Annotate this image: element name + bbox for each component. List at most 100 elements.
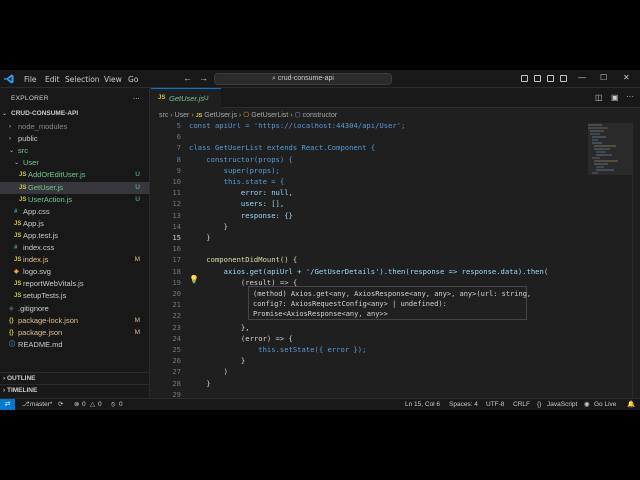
maximize-icon[interactable]: ☐ [600,73,607,82]
line-number: 13 [172,210,181,220]
tree-item-label: public [18,134,38,144]
code-line: }, [189,322,250,332]
line-number: 8 [176,154,181,164]
tree-item[interactable]: {} package.json M [0,327,149,339]
line-number: 11 [172,188,181,198]
code-line: users: [], [189,199,285,209]
js-file-icon: JS [14,232,22,239]
timeline-section[interactable]: › TIMELINE [0,384,149,396]
back-arrow-icon[interactable]: ← [183,73,192,83]
menu-go[interactable]: Go [128,75,138,84]
tab-status: U [204,95,209,102]
chevron-right-icon: › [3,375,6,382]
menu-file[interactable]: File [24,75,37,84]
go-live-button[interactable]: Go Live [594,399,616,410]
vscode-window: File Edit Selection View Go ← → ⌕ crud-c… [0,70,640,410]
js-file-icon: JS [158,95,166,101]
lightbulb-icon[interactable]: 💡 [189,275,199,284]
tab-getuser-js[interactable]: JS GetUser.js U [151,88,221,108]
minimap[interactable] [588,123,632,203]
line-ending[interactable]: CRLF [513,399,530,410]
line-number: 23 [172,322,181,332]
project-root[interactable]: CRUD-CONSUME-API [11,110,78,117]
breadcrumb-method[interactable]: constructor [303,112,338,119]
encoding[interactable]: UTF-8 [486,399,504,410]
class-icon: ⎔ [243,112,250,119]
indentation[interactable]: Spaces: 4 [449,399,478,410]
tree-item[interactable]: ⌄ User [0,157,149,169]
tree-item[interactable]: JS index.js M [0,254,149,266]
json-file-icon: {} [9,317,14,324]
tree-item[interactable]: JS UserAction.js U [0,194,149,206]
branch-label[interactable]: master* [30,399,52,410]
tree-item[interactable]: JS reportWebVitals.js [0,278,149,290]
layout-icon[interactable]: ▣ [611,93,619,102]
menu-view[interactable]: View [104,75,122,84]
toggle-sidebar-icon[interactable] [521,75,528,82]
tree-item[interactable]: ⓘ README.md [0,339,149,351]
code-line: (error) => { [189,333,293,343]
breadcrumb-src[interactable]: src [159,112,168,119]
close-icon[interactable]: ✕ [623,73,630,82]
remote-icon[interactable]: ⇄ [0,399,15,410]
tree-item[interactable]: JS AddOrEditUser.js U [0,169,149,181]
tree-item-label: src [18,146,28,156]
tree-item[interactable]: › node_modules [0,121,149,133]
sync-icon[interactable]: ⟳ [58,399,63,410]
chevron-down-icon: ⌄ [2,111,8,117]
code-line: constructor(props) { [189,154,293,164]
toggle-panel-icon[interactable] [534,75,541,82]
line-number: 28 [172,378,181,388]
md-file-icon: ⓘ [9,341,16,348]
minimize-icon[interactable]: — [578,73,586,82]
tree-item[interactable]: JS App.test.js [0,230,149,242]
ports-count: 0 [119,401,123,408]
menu-selection[interactable]: Selection [65,75,100,84]
forward-arrow-icon[interactable]: → [199,73,208,83]
tree-item[interactable]: JS App.js [0,218,149,230]
breadcrumb-class[interactable]: GetUserList [251,112,288,119]
customize-layout-icon[interactable] [560,75,567,82]
error-icon[interactable]: ⊗ [74,399,79,410]
tree-item[interactable]: # App.css [0,206,149,218]
toggle-secondary-sidebar-icon[interactable] [547,75,554,82]
line-number: 5 [176,123,181,130]
cursor-position[interactable]: Ln 15, Col 6 [405,399,440,410]
code-line: const apiUrl = 'https://localhost:44304/… [189,123,406,130]
code-editor[interactable]: 5 const apiUrl = 'https://localhost:44304… [151,123,640,398]
more-actions-icon[interactable]: ... [133,92,140,101]
tree-item[interactable]: JS GetUser.js U [0,181,149,194]
tree-item[interactable]: JS setupTests.js [0,290,149,302]
line-number: 19 [172,277,181,287]
menu-edit[interactable]: Edit [45,75,60,84]
bell-icon[interactable]: 🔔 [627,399,635,410]
tree-item[interactable]: ◆ .gitignore [0,303,149,315]
js-file-icon: JS [14,220,22,227]
explorer-title: EXPLORER [11,95,49,102]
language-mode[interactable]: JavaScript [547,399,577,410]
tree-item-label: reportWebVitals.js [23,279,84,289]
chevron-down-icon: ⌄ [9,148,15,155]
tree-item[interactable]: # index.css [0,242,149,254]
code-line: } [189,221,228,231]
warning-icon[interactable]: △ [90,399,95,410]
tree-item[interactable]: ◈ logo.svg [0,266,149,278]
code-line: componentDidMount() { [189,255,298,265]
tab-label: GetUser.js [169,94,205,103]
tree-item[interactable]: ⌄ src [0,145,149,157]
ports-icon[interactable]: ⦸ [111,399,115,410]
breadcrumb-user[interactable]: User [175,112,190,119]
breadcrumb-file[interactable]: GetUser.js [204,112,237,119]
git-status-badge: M [134,256,140,264]
split-editor-icon[interactable]: ◫ [595,93,603,102]
more-actions-icon[interactable]: ··· [626,92,634,101]
vertical-scrollbar[interactable] [632,123,640,398]
outline-section[interactable]: › OUTLINE [0,372,149,384]
json-file-icon: {} [9,329,14,336]
code-line: error: null, [189,188,293,198]
command-center[interactable]: ⌕ crud-consume-api [214,73,392,85]
line-number: 25 [172,345,181,354]
tree-item[interactable]: › public [0,133,149,145]
tree-item[interactable]: {} package-lock.json M [0,315,149,327]
line-number: 15 [172,233,181,242]
